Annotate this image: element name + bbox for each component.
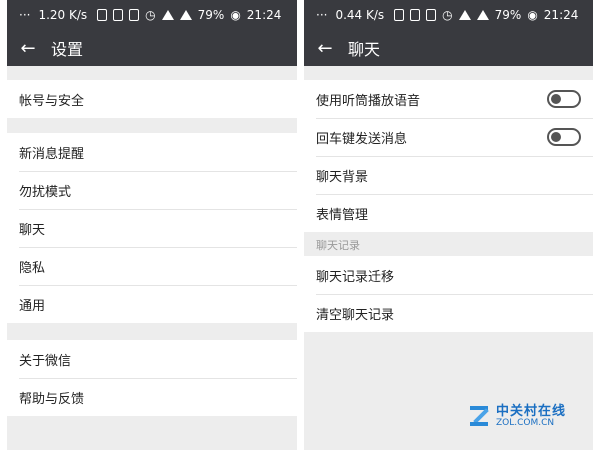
- sync-icon: ◉: [230, 8, 241, 22]
- network-speed: 0.44 K/s: [335, 8, 385, 22]
- more-dots: ···: [19, 8, 31, 22]
- watermark-url: ZOL.COM.CN: [496, 418, 555, 429]
- settings-item-chat[interactable]: 聊天: [7, 209, 297, 247]
- chat-settings-section: 使用听筒播放语音 回车键发送消息 聊天背景 表情管理: [304, 80, 593, 232]
- settings-item-privacy[interactable]: 隐私: [7, 247, 297, 285]
- zol-logo-icon: [468, 404, 492, 430]
- app-bar: ← 设置: [7, 30, 297, 66]
- settings-section: 帐号与安全: [7, 80, 297, 118]
- section-header-chat-history: 聊天记录: [304, 232, 593, 256]
- vibrate-icon: [129, 9, 140, 21]
- settings-item-account-security[interactable]: 帐号与安全: [7, 80, 297, 118]
- settings-screen: ··· 1.20 K/s ◷ 79% ◉ 21:24 ← 设置 帐号与安全 新消…: [7, 0, 297, 450]
- nfc-icon: [113, 9, 124, 21]
- alarm-icon: ◷: [145, 8, 156, 22]
- settings-item-do-not-disturb[interactable]: 勿扰模式: [7, 171, 297, 209]
- signal-icon: [179, 10, 192, 20]
- phone-icon: [394, 9, 405, 21]
- network-speed: 1.20 K/s: [38, 8, 88, 22]
- toggle-knob: [551, 94, 561, 104]
- chat-item-history-migration[interactable]: 聊天记录迁移: [304, 256, 593, 294]
- back-arrow-icon[interactable]: ←: [13, 38, 43, 59]
- chat-item-chat-background[interactable]: 聊天背景: [304, 156, 593, 194]
- page-title: 聊天: [348, 40, 381, 59]
- wifi-icon: [458, 10, 471, 20]
- settings-item-about-wechat[interactable]: 关于微信: [7, 340, 297, 378]
- page-title: 设置: [51, 40, 84, 59]
- alarm-icon: ◷: [442, 8, 453, 22]
- watermark-name: 中关村在线: [496, 404, 567, 420]
- toggle-knob: [551, 132, 561, 142]
- settings-section: 新消息提醒 勿扰模式 聊天 隐私 通用: [7, 133, 297, 323]
- status-bar: ··· 0.44 K/s ◷ 79% ◉ 21:24: [304, 0, 593, 30]
- status-bar: ··· 1.20 K/s ◷ 79% ◉ 21:24: [7, 0, 297, 30]
- battery-level: 79%: [197, 8, 225, 22]
- zol-watermark: 中关村在线 ZOL.COM.CN: [468, 404, 566, 430]
- wifi-icon: [161, 10, 174, 20]
- chat-item-clear-history[interactable]: 清空聊天记录: [304, 294, 593, 332]
- back-arrow-icon[interactable]: ←: [310, 38, 340, 59]
- chat-item-earpiece-playback[interactable]: 使用听筒播放语音: [304, 80, 593, 118]
- settings-section: 关于微信 帮助与反馈: [7, 340, 297, 416]
- chat-history-section: 聊天记录迁移 清空聊天记录: [304, 256, 593, 332]
- app-bar: ← 聊天: [304, 30, 593, 66]
- chat-item-sticker-management[interactable]: 表情管理: [304, 194, 593, 232]
- enter-send-toggle[interactable]: [547, 128, 581, 146]
- vibrate-icon: [426, 9, 437, 21]
- settings-item-help-feedback[interactable]: 帮助与反馈: [7, 378, 297, 416]
- battery-level: 79%: [494, 8, 522, 22]
- earpiece-toggle[interactable]: [547, 90, 581, 108]
- settings-item-general[interactable]: 通用: [7, 285, 297, 323]
- nfc-icon: [410, 9, 421, 21]
- clock: 21:24: [246, 8, 282, 22]
- phone-icon: [97, 9, 108, 21]
- more-dots: ···: [316, 8, 328, 22]
- chat-settings-screen: ··· 0.44 K/s ◷ 79% ◉ 21:24 ← 聊天 使用听筒播放语音…: [304, 0, 593, 450]
- chat-item-enter-to-send[interactable]: 回车键发送消息: [304, 118, 593, 156]
- settings-item-new-message-notify[interactable]: 新消息提醒: [7, 133, 297, 171]
- signal-icon: [476, 10, 489, 20]
- clock: 21:24: [543, 8, 579, 22]
- sync-icon: ◉: [527, 8, 538, 22]
